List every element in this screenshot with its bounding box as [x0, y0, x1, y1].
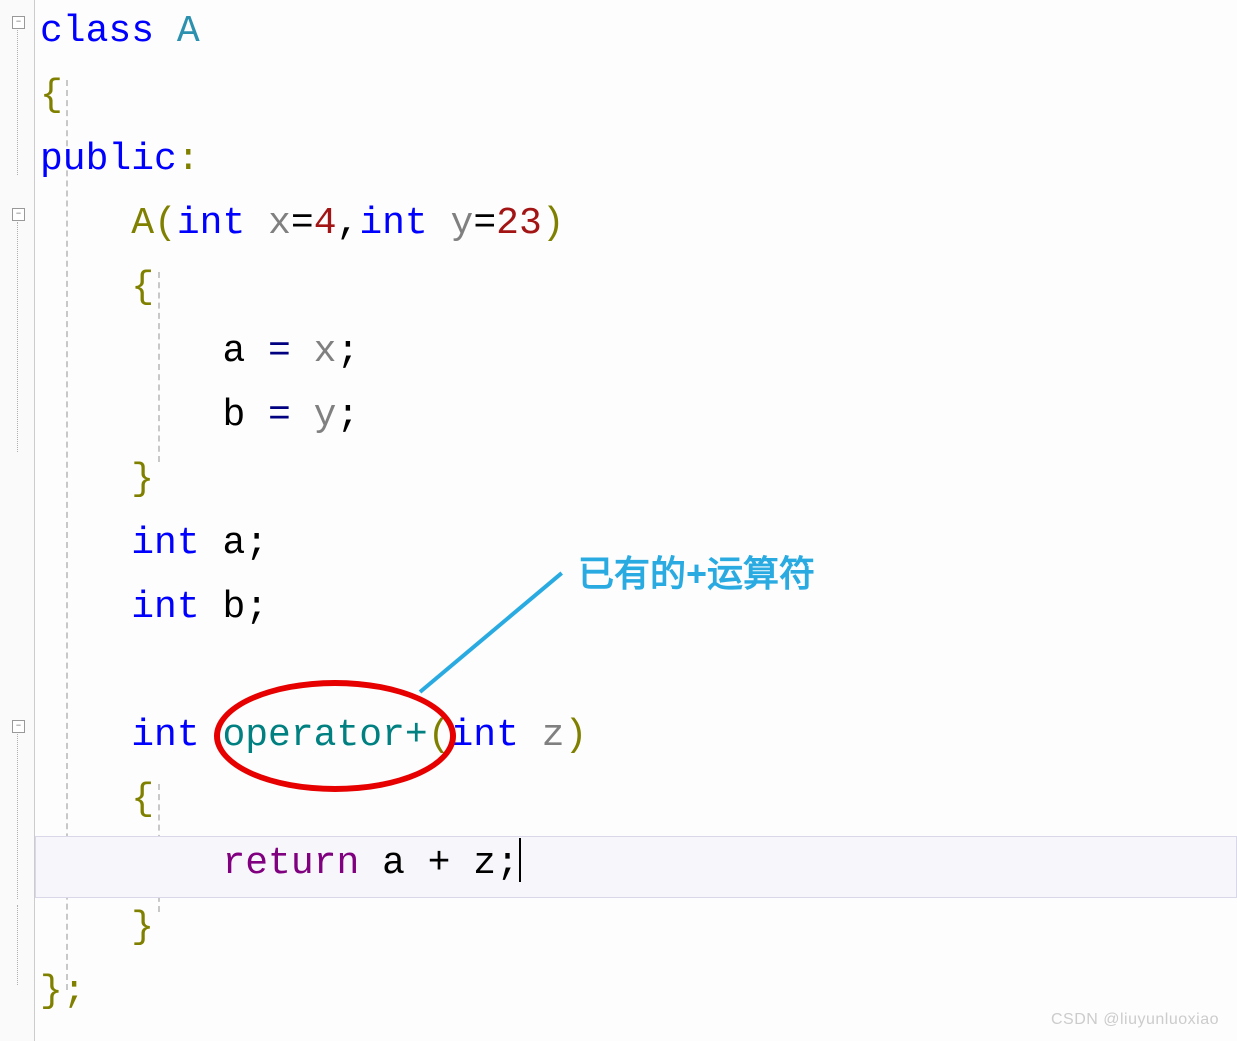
keyword-public: public — [40, 138, 177, 181]
watermark: CSDN @liuyunluoxiao — [1051, 1011, 1219, 1029]
fold-line — [17, 30, 18, 175]
code-line: return a + z; — [40, 832, 1237, 896]
fold-line — [17, 905, 18, 985]
code-line: b = y; — [40, 384, 1237, 448]
fold-icon[interactable]: − — [12, 16, 25, 29]
code-editor: − − − class A { public: A(int x=4,int y=… — [0, 0, 1237, 1041]
class-name: A — [154, 10, 200, 53]
fold-icon[interactable]: − — [12, 720, 25, 733]
code-line: A(int x=4,int y=23) — [40, 192, 1237, 256]
gutter: − − − — [0, 0, 35, 1041]
code-line: public: — [40, 128, 1237, 192]
code-line: class A — [40, 0, 1237, 64]
annotation-ellipse — [214, 680, 456, 792]
code-line: } — [40, 448, 1237, 512]
keyword-return: return — [222, 842, 382, 885]
code-line: { — [40, 768, 1237, 832]
fold-line — [17, 734, 18, 899]
annotation-label: 已有的+运算符 — [578, 545, 815, 597]
code-line: { — [40, 256, 1237, 320]
code-line: a = x; — [40, 320, 1237, 384]
code-line: { — [40, 64, 1237, 128]
text-cursor — [519, 838, 521, 882]
fold-line — [17, 222, 18, 452]
code-area[interactable]: class A { public: A(int x=4,int y=23) { … — [40, 0, 1237, 1024]
fold-icon[interactable]: − — [12, 208, 25, 221]
code-line — [40, 640, 1237, 704]
code-line: } — [40, 896, 1237, 960]
keyword-class: class — [40, 10, 154, 53]
